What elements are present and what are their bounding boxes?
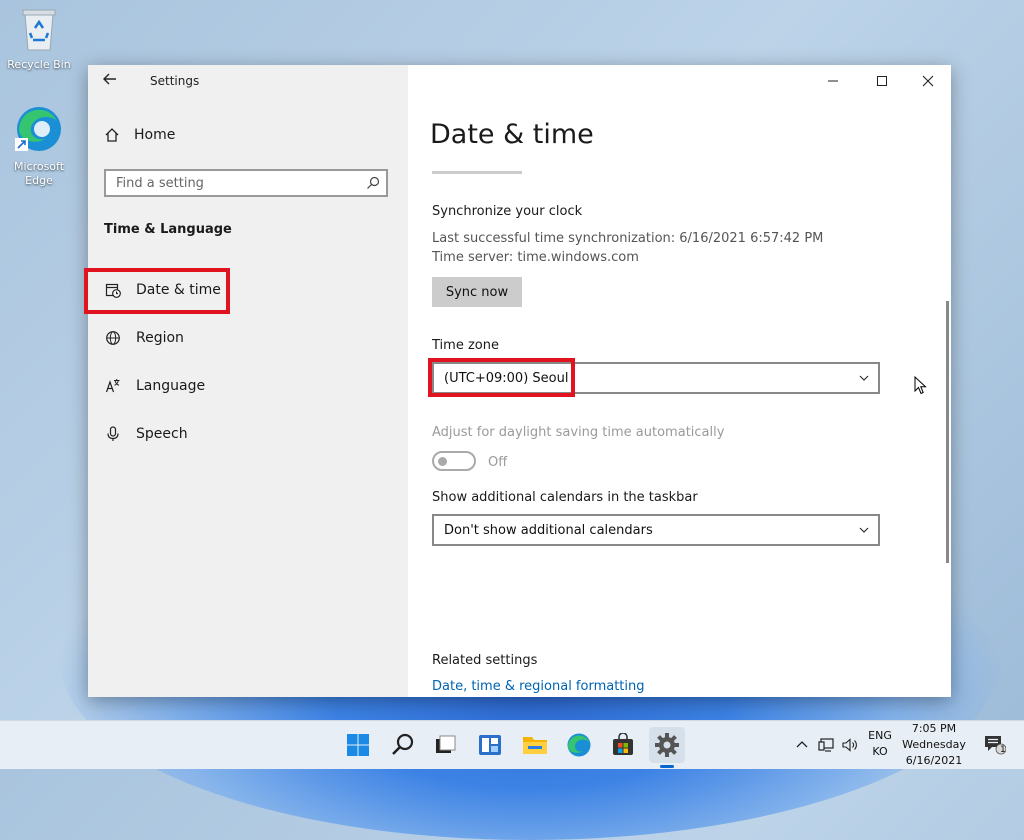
sidebar: Settings Home Time & Language <box>84 65 408 697</box>
close-icon <box>922 75 934 87</box>
nav-home[interactable]: Home <box>104 127 175 143</box>
search-box[interactable] <box>104 169 388 197</box>
mouse-cursor-icon <box>914 376 927 395</box>
task-view-button[interactable] <box>428 727 464 763</box>
desktop-icon-edge[interactable]: Microsoft Edge <box>1 102 77 188</box>
globe-icon <box>104 330 122 346</box>
network-icon <box>818 738 834 752</box>
taskbar-search-button[interactable] <box>385 727 421 763</box>
chevron-down-icon <box>859 375 869 381</box>
network-button[interactable] <box>816 727 836 763</box>
last-sync-text: Last successful time synchronization: 6/… <box>432 231 824 246</box>
volume-button[interactable] <box>840 727 860 763</box>
clock-day: Wednesday <box>902 738 966 751</box>
calendars-dropdown[interactable]: Don't show additional calendars <box>432 514 880 546</box>
desktop-icon-label: Microsoft Edge <box>13 160 65 187</box>
gear-icon <box>655 733 679 757</box>
scrollbar[interactable] <box>946 301 949 563</box>
lang-bottom: KO <box>872 745 888 758</box>
edge-icon <box>567 733 591 757</box>
folder-icon <box>523 737 547 754</box>
nav-home-label: Home <box>134 127 176 143</box>
taskbar: ENG KO 7:05 PM Wednesday 6/16/2021 1 <box>0 720 1024 769</box>
title-underline <box>432 171 522 174</box>
recycle-bin-icon <box>1 8 77 56</box>
notification-count: 1 <box>1000 745 1006 755</box>
lang-top: ENG <box>868 729 892 742</box>
page-title: Date & time <box>430 119 594 150</box>
highlight-box-timezone <box>428 358 575 397</box>
calendars-value: Don't show additional calendars <box>444 522 653 538</box>
arrow-left-icon <box>103 73 116 85</box>
microphone-icon <box>104 426 122 442</box>
speaker-icon <box>842 738 857 752</box>
sidebar-item-label: Region <box>136 330 184 346</box>
sidebar-item-language[interactable]: Language <box>104 366 394 406</box>
notifications-button[interactable]: 1 <box>980 727 1010 763</box>
search-input[interactable] <box>106 171 356 195</box>
store-icon <box>613 733 633 755</box>
minimize-button[interactable] <box>810 65 856 97</box>
maximize-button[interactable] <box>859 65 905 97</box>
clock-time: 7:05 PM <box>911 722 957 735</box>
edge-taskbar-button[interactable] <box>561 727 597 763</box>
windows-start-icon <box>347 734 369 756</box>
dst-state: Off <box>488 455 508 470</box>
home-icon <box>105 128 119 142</box>
sync-now-button[interactable]: Sync now <box>432 277 522 307</box>
dst-toggle[interactable] <box>432 451 476 471</box>
highlight-box-date-time <box>84 268 230 314</box>
chevron-down-icon <box>859 527 869 533</box>
store-button[interactable] <box>605 727 641 763</box>
window-title: Settings <box>150 74 200 88</box>
back-button[interactable] <box>102 71 122 91</box>
file-explorer-button[interactable] <box>517 727 553 763</box>
desktop-icon-label: Recycle Bin <box>7 58 71 71</box>
widgets-button[interactable] <box>472 727 508 763</box>
main-content: Date & time Synchronize your clock Last … <box>408 65 951 697</box>
section-title: Time & Language <box>104 222 232 237</box>
task-view-icon <box>436 735 456 753</box>
chevron-up-icon <box>796 741 808 748</box>
regional-formatting-link[interactable]: Date, time & regional formatting <box>432 679 645 694</box>
time-server-text: Time server: time.windows.com <box>432 250 639 265</box>
sidebar-item-speech[interactable]: Speech <box>104 414 394 454</box>
timezone-label: Time zone <box>432 338 499 353</box>
clock[interactable]: 7:05 PM Wednesday 6/16/2021 <box>898 721 970 769</box>
close-button[interactable] <box>905 65 951 97</box>
minimize-icon <box>828 80 838 82</box>
settings-window: Settings Home Time & Language <box>84 65 951 697</box>
language-icon <box>104 378 122 394</box>
related-settings-heading: Related settings <box>432 653 538 668</box>
toggle-knob <box>438 457 447 466</box>
sidebar-item-label: Speech <box>136 426 188 442</box>
input-language-indicator[interactable]: ENG KO <box>866 728 894 760</box>
show-hidden-icons-button[interactable] <box>792 727 812 763</box>
edge-icon <box>1 102 77 158</box>
search-icon[interactable] <box>366 176 380 190</box>
sync-heading: Synchronize your clock <box>432 204 583 219</box>
widgets-icon <box>479 735 501 755</box>
settings-taskbar-button[interactable] <box>649 727 685 763</box>
dst-label: Adjust for daylight saving time automati… <box>432 425 725 440</box>
maximize-icon <box>877 76 887 86</box>
calendars-label: Show additional calendars in the taskbar <box>432 490 698 505</box>
start-button[interactable] <box>340 727 376 763</box>
sidebar-item-label: Language <box>136 378 206 394</box>
search-icon <box>392 733 414 755</box>
clock-date: 6/16/2021 <box>905 754 963 767</box>
desktop-icon-recycle-bin[interactable]: Recycle Bin <box>1 8 77 72</box>
sidebar-item-region[interactable]: Region <box>104 318 394 358</box>
